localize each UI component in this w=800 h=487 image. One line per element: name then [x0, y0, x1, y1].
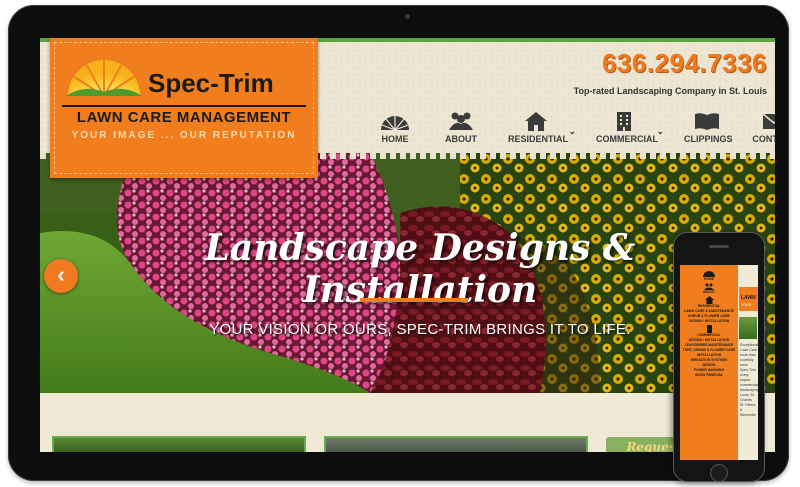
logo-motto: YOUR IMAGE ... OUR REPUTATION — [71, 130, 297, 141]
phone-menu-sub[interactable]: SNOW REMOVAL — [680, 373, 738, 378]
logo-subtitle: LAWN CARE MANAGEMENT — [62, 105, 306, 126]
camera-dot — [405, 14, 410, 19]
hero-subtitle: YOUR VISION OR OURS, SPEC-TRIM BRINGS IT… — [209, 321, 631, 338]
phone-speaker — [709, 245, 729, 248]
phone-menu-residential[interactable]: RESIDENTIAL — [680, 296, 738, 309]
nav-home-label: HOME — [381, 134, 409, 144]
logo-brand: Spec-Trim — [148, 68, 274, 98]
phone-logo-motto: YOUR — [741, 303, 752, 307]
nav-commercial-label: COMMERCIAL — [596, 134, 658, 144]
nav-home[interactable]: HOME — [372, 110, 418, 152]
nav-commercial[interactable]: COMMERCIAL ⌄ — [596, 110, 664, 152]
book-icon — [695, 113, 719, 130]
envelope-icon — [762, 113, 775, 129]
phone-number[interactable]: 636.294.7336 — [602, 48, 767, 79]
nav-clippings[interactable]: CLIPPINGS — [684, 110, 733, 152]
phone-menu-about[interactable]: ABOUT — [680, 283, 738, 295]
phone-nav-menu: HOME ABOUT RESIDENTIAL LAWN CARE & MAINT… — [680, 265, 738, 460]
phone-page-peek: LAWN YOUR Exceptional Lawn Care more tha… — [738, 265, 758, 460]
chevron-down-icon: ⌄ — [568, 126, 576, 136]
phone-home-button[interactable] — [710, 464, 728, 482]
hero-divider — [360, 298, 468, 302]
phone-body-text: Exceptional Lawn Care more than a weekly… — [740, 343, 758, 417]
website-screen: 636.294.7336 Top-rated Landscaping Compa… — [40, 38, 775, 452]
phone-menu-label: COMMERCIAL — [697, 333, 721, 337]
people-icon — [704, 283, 714, 290]
hero-slider: Landscape Designs & Installation YOUR VI… — [40, 153, 775, 393]
house-icon — [704, 296, 714, 304]
phone-hero-thumb — [739, 317, 757, 339]
phone-menu-sub[interactable]: DESIGN / INSTALLATION — [680, 319, 738, 324]
building-icon — [706, 325, 712, 333]
building-icon — [617, 112, 631, 131]
feature-thumbnail[interactable] — [324, 436, 588, 452]
sun-icon — [703, 271, 715, 277]
phone-menu-label: ABOUT — [702, 290, 716, 294]
nav-residential-label: RESIDENTIAL — [508, 134, 569, 144]
slider-prev-button[interactable]: ‹ — [44, 259, 78, 293]
nav-about[interactable]: ABOUT — [440, 110, 482, 152]
nav-residential[interactable]: RESIDENTIAL ⌄ — [508, 110, 576, 152]
phone-menu-label: RESIDENTIAL — [697, 304, 721, 308]
tablet-frame: 636.294.7336 Top-rated Landscaping Compa… — [8, 5, 789, 481]
phone-menu-home[interactable]: HOME — [680, 265, 738, 282]
feature-thumbnail[interactable] — [52, 436, 306, 452]
house-icon — [525, 112, 547, 131]
logo[interactable]: Spec-Trim LAWN CARE MANAGEMENT YOUR IMAG… — [50, 38, 318, 178]
tagline: Top-rated Landscaping Company in St. Lou… — [573, 86, 767, 96]
chevron-down-icon: ⌄ — [656, 126, 664, 136]
phone-logo-text: LAWN — [741, 295, 756, 301]
nav-about-label: ABOUT — [445, 134, 477, 144]
phone-frame: HOME ABOUT RESIDENTIAL LAWN CARE & MAINT… — [673, 232, 765, 482]
phone-menu-label: HOME — [703, 277, 715, 281]
main-nav: HOME ABOUT RESIDENTIAL ⌄ COMMERCIAL ⌄ CL… — [340, 110, 775, 154]
nav-clippings-label: CLIPPINGS — [684, 134, 733, 144]
sun-logo-icon — [66, 60, 142, 97]
content-section: Reques — [40, 393, 775, 452]
sun-icon — [381, 116, 409, 131]
phone-logo: LAWN YOUR — [739, 287, 758, 311]
nav-contact-label: CONTACT — [752, 134, 775, 144]
nav-contact[interactable]: CONTACT — [752, 110, 775, 152]
people-icon — [449, 112, 473, 130]
phone-menu-commercial[interactable]: COMMERCIAL — [680, 325, 738, 338]
phone-screen: HOME ABOUT RESIDENTIAL LAWN CARE & MAINT… — [680, 265, 758, 460]
